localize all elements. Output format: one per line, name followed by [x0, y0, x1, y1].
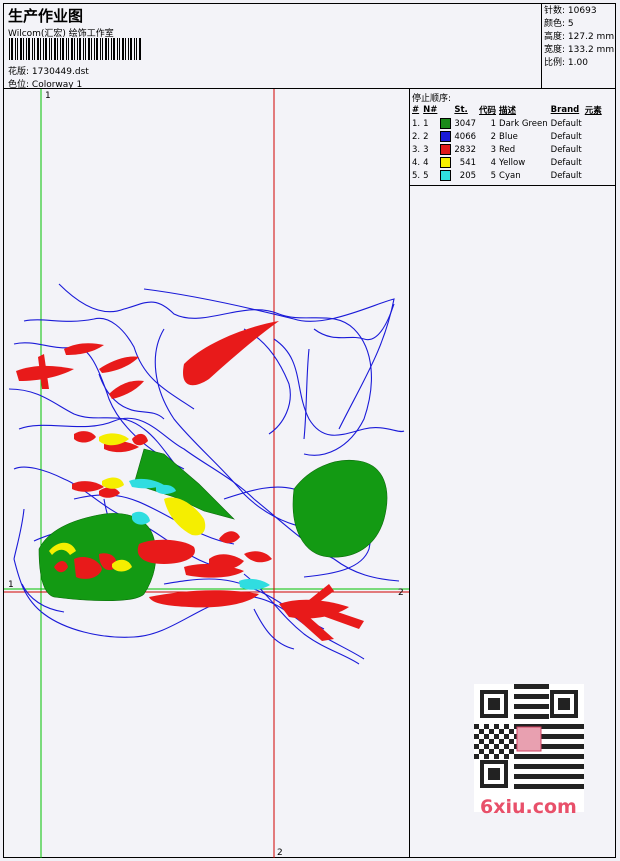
barcode-image [9, 38, 141, 60]
color-sequence-table: # N# St. 代码 描述 Brand 元素 1. 1 3047 1 Dark Gre… [412, 103, 605, 182]
legend-cell-code: 2 [490, 131, 497, 142]
legend-cell-desc: Blue [499, 131, 518, 142]
legend-cell-idx: 5. [412, 170, 421, 181]
legend-row: 3. 3 2832 3 Red Default [412, 143, 605, 156]
design-value: 1730449.dst [31, 67, 89, 77]
color-swatch [440, 131, 452, 142]
legend-cell-el [585, 117, 605, 130]
stat-colors: 颜色: 5 [544, 19, 574, 29]
legend-color-swatch [440, 143, 454, 156]
green-vertical-label: 1 [45, 91, 51, 101]
production-sheet: 生产作业图 Wilcom(汇宏) 绘饰工作室 花版: 1730449.dst 色… [3, 3, 616, 858]
stats-panel: 针数: 10693 颜色: 5 高度: 127.2 mm 宽度: 133.2 m… [542, 4, 616, 89]
legend-cell-code: 1 [490, 118, 497, 129]
legend-row: 2. 2 4066 2 Blue Default [412, 130, 605, 143]
col-code: 代码 [479, 105, 497, 116]
legend-row: 5. 5 205 5 Cyan Default [412, 169, 605, 182]
legend-cell-st: 4066 [454, 131, 477, 142]
watermark-text: 6xiu.com [480, 796, 577, 818]
legend-cell-brand: Default [550, 144, 582, 155]
legend-cell-st: 205 [459, 170, 477, 181]
legend-cell-st: 2832 [454, 144, 477, 155]
embroidery-preview: 1 1 2 2 [4, 89, 409, 858]
design-label: 花版: [8, 67, 30, 77]
legend-cell-n: 1 [423, 118, 429, 129]
legend-cell-n: 2 [423, 131, 429, 142]
legend-cell-n: 4 [423, 157, 429, 168]
legend-cell-desc: Cyan [499, 170, 521, 181]
legend-color-swatch [440, 117, 454, 130]
legend-color-swatch [440, 156, 454, 169]
col-index: # [412, 104, 420, 115]
col-element: 元素 [584, 105, 602, 116]
legend-cell-desc: Dark Green [499, 118, 548, 129]
legend-cell-n: 5 [423, 170, 429, 181]
header-panel: 生产作业图 Wilcom(汇宏) 绘饰工作室 花版: 1730449.dst 色… [4, 4, 542, 90]
legend-color-swatch [440, 169, 454, 182]
design-file: 花版: 1730449.dst [8, 64, 89, 77]
col-description: 描述 [499, 105, 517, 116]
qr-code-watermark [474, 684, 584, 812]
legend-cell-el [585, 169, 605, 182]
page-title: 生产作业图 [8, 7, 84, 25]
red-vertical-label: 2 [277, 848, 283, 858]
legend-row: 4. 4 541 4 Yellow Default [412, 156, 605, 169]
stat-stitches: 针数: 10693 [544, 6, 597, 16]
legend-color-swatch [440, 130, 454, 143]
stat-width: 宽度: 133.2 mm [544, 45, 615, 55]
qr-code-icon [474, 684, 584, 794]
legend-cell-idx: 3. [412, 144, 421, 155]
stat-height: 高度: 127.2 mm [544, 32, 615, 42]
legend-cell-idx: 4. [412, 157, 421, 168]
legend-cell-el [585, 143, 605, 156]
legend-cell-el [585, 130, 605, 143]
red-horizontal-label: 2 [398, 588, 404, 598]
legend-cell-code: 3 [490, 144, 497, 155]
color-swatch [440, 118, 452, 129]
legend-cell-desc: Red [499, 144, 516, 155]
col-needle: N# [423, 104, 438, 115]
legend-cell-n: 3 [423, 144, 429, 155]
legend-cell-brand: Default [550, 131, 582, 142]
color-sequence-legend: 停止顺序: # N# St. 代码 描述 Brand 元素 1. 1 3047 1 Da… [410, 89, 616, 186]
col-swatch [440, 103, 454, 117]
legend-cell-el [585, 156, 605, 169]
color-swatch [440, 144, 452, 155]
legend-cell-st: 3047 [454, 118, 477, 129]
legend-cell-code: 4 [490, 157, 497, 168]
col-stitches: St. [454, 104, 468, 115]
col-brand: Brand [550, 104, 580, 115]
stat-scale: 比例: 1.00 [544, 58, 588, 68]
design-canvas: 1 1 2 2 [4, 89, 410, 858]
legend-row: 1. 1 3047 1 Dark Green Default [412, 117, 605, 130]
color-swatch [440, 170, 452, 181]
color-swatch [440, 157, 452, 168]
legend-cell-idx: 1. [412, 118, 421, 129]
legend-cell-desc: Yellow [499, 157, 526, 168]
legend-cell-brand: Default [550, 157, 582, 168]
legend-cell-st: 541 [459, 157, 477, 168]
legend-cell-idx: 2. [412, 131, 421, 142]
legend-cell-code: 5 [490, 170, 497, 181]
legend-cell-brand: Default [550, 170, 582, 181]
green-horizontal-label: 1 [8, 580, 14, 590]
legend-cell-brand: Default [550, 118, 582, 129]
